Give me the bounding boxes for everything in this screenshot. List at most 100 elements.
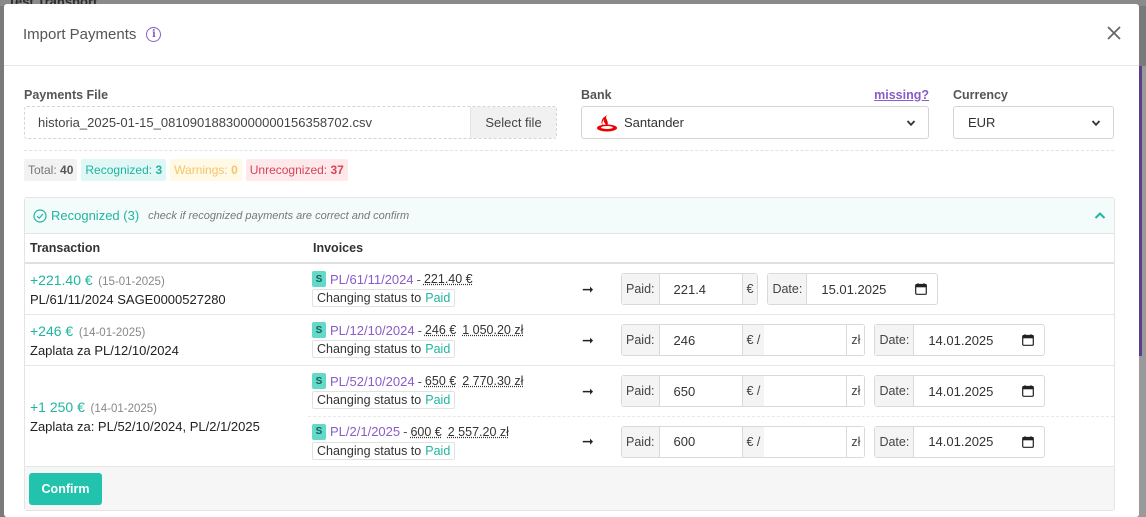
transaction-description: PL/61/11/2024 SAGE0000527280: [30, 291, 226, 307]
paid-input-group: Paid: 600 € / zł: [621, 425, 866, 458]
invoice-dash: -: [417, 322, 422, 338]
currency-select[interactable]: EUR: [953, 106, 1114, 139]
confirm-button[interactable]: Confirm: [29, 472, 102, 505]
invoice-info: S PL/52/10/2024-650 € 2 770.30 zł Changing …: [308, 373, 578, 409]
payment-fields: Paid: 650 € / zł Date: 14.01.2025: [621, 375, 1046, 407]
invoices-cell: S PL/61/11/2024-221.40 € Changing status t…: [308, 264, 1114, 314]
calendar-icon[interactable]: [915, 283, 928, 295]
payment-date-input[interactable]: 15.01.2025: [807, 274, 937, 304]
currency-addon: € /: [741, 376, 765, 406]
total-badge: Total: 40: [24, 159, 78, 181]
unrecognized-badge: Unrecognized: 37: [245, 159, 348, 181]
invoice-info: S PL/61/11/2024-221.40 € Changing status t…: [308, 271, 578, 307]
table-header: Transaction Invoices: [25, 234, 1114, 264]
status-change: Changing status to Paid: [312, 289, 456, 307]
arrow-right-icon: ➞: [582, 382, 594, 399]
pln-amount-input[interactable]: [764, 376, 847, 406]
check-circle-icon: [33, 208, 47, 223]
pln-addon: zł: [846, 426, 865, 457]
payment-date-input[interactable]: 14.01.2025: [914, 325, 1044, 355]
invoice-amount-pln: 2 770.30 zł: [462, 374, 524, 388]
file-picker[interactable]: historia_2025-01-15_08109018830000000156…: [24, 106, 557, 139]
invoice-number-link[interactable]: PL/2/1/2025: [330, 424, 400, 439]
calendar-icon[interactable]: [1022, 435, 1035, 448]
currency-group: Currency EUR: [953, 88, 1114, 139]
arrow-right-icon: ➞: [582, 280, 594, 297]
paid-amount-input[interactable]: 221.4: [659, 274, 742, 304]
paid-label: Paid:: [622, 376, 660, 406]
table-row: +221.40 € (15-01-2025) PL/61/11/2024 SAGE…: [25, 264, 1114, 315]
chevron-down-icon: [1091, 119, 1101, 126]
paid-input-group: Paid: 221.4 €: [621, 273, 759, 305]
recognized-panel-hint: check if recognized payments are correct…: [148, 209, 410, 222]
chevron-up-icon[interactable]: [1094, 210, 1106, 222]
currency-label: Currency: [953, 88, 1008, 102]
summary-badges: Total: 40 Recognized: 3 Warnings: 0 Unre…: [24, 159, 1119, 181]
arrow-right-icon: ➞: [582, 433, 594, 449]
status-prefix: Changing status to: [317, 291, 422, 305]
date-input-group: Date: 14.01.2025: [874, 324, 1046, 356]
status-change: Changing status to Paid: [312, 340, 456, 358]
currency-addon: € /: [741, 426, 765, 457]
calendar-icon[interactable]: [1022, 385, 1035, 397]
paid-label: Paid:: [622, 325, 660, 355]
pln-amount-input[interactable]: [764, 325, 847, 355]
calendar-icon[interactable]: [1022, 334, 1035, 346]
paid-amount-input[interactable]: 246: [659, 325, 742, 355]
recognized-panel: Recognized (3) check if recognized payme…: [24, 197, 1115, 511]
paid-amount-input[interactable]: 650: [659, 376, 742, 406]
transaction-cell: +246 € (14-01-2025) Zaplata za PL/12/10/2…: [25, 315, 308, 365]
invoice-line: S PL/2/1/2025-600 € 2 557.20 zł Changing st…: [308, 416, 1114, 466]
invoice-line: S PL/12/10/2024-246 € 1 050.20 zł Changing …: [308, 315, 1114, 365]
recognized-panel-header[interactable]: Recognized (3) check if recognized payme…: [25, 198, 1114, 234]
transaction-description: Zaplata za PL/12/10/2024: [30, 342, 179, 358]
invoices-cell: S PL/52/10/2024-650 €2 770.30 zł Changing …: [308, 366, 1114, 466]
invoice-number-link[interactable]: PL/52/10/2024: [330, 374, 415, 389]
invoice-info: S PL/12/10/2024-246 € 1 050.20 zł Changing …: [308, 322, 578, 358]
payment-date-input[interactable]: 14.01.2025: [914, 427, 1044, 457]
transaction-date: (15-01-2025): [98, 275, 165, 288]
pln-amount-input[interactable]: [764, 426, 847, 457]
table-row: +246 € (14-01-2025) Zaplata za PL/12/10/2…: [25, 315, 1114, 366]
invoice-amount: 650 €: [424, 374, 457, 388]
invoice-number-link[interactable]: PL/12/10/2024: [330, 323, 415, 338]
invoice-amount-pln: 1 050.20 zł: [462, 323, 524, 337]
select-file-button[interactable]: Select file: [470, 107, 556, 138]
transaction-cell: +221.40 € (15-01-2025) PL/61/11/2024 SAGE…: [25, 264, 308, 314]
date-label: Date:: [768, 274, 808, 304]
invoice-type-badge: S: [312, 373, 326, 389]
currency-addon: € /: [741, 325, 765, 355]
payment-date-input[interactable]: 14.01.2025: [914, 376, 1044, 406]
payment-fields: Paid: 221.4 € Date: 15.01.2025: [621, 273, 939, 305]
info-icon[interactable]: i: [146, 27, 162, 42]
invoice-info: S PL/2/1/2025-600 € 2 557.20 zł Changing st…: [308, 423, 578, 460]
payment-date-value: 14.01.2025: [928, 383, 994, 399]
payments-file-group: Payments File historia_2025-01-15_081090…: [24, 88, 557, 139]
transaction-cell: +1 250 € (14-01-2025) Zaplata za: PL/52/1…: [25, 366, 308, 466]
invoice-number-link[interactable]: PL/61/11/2024: [330, 272, 414, 287]
payments-file-label: Payments File: [24, 88, 109, 102]
import-payments-modal: Import Payments i Payments File historia…: [4, 4, 1139, 517]
modal-body: Payments File historia_2025-01-15_081090…: [4, 66, 1139, 511]
close-icon[interactable]: [1105, 24, 1123, 42]
invoice-amount: 600 €: [410, 424, 442, 439]
bank-select[interactable]: Santander: [581, 106, 929, 139]
col-invoices: Invoices: [313, 241, 364, 255]
currency-selected: EUR: [968, 115, 996, 130]
status-prefix: Changing status to: [317, 342, 422, 356]
paid-amount-input[interactable]: 600: [659, 426, 742, 457]
transaction-date: (14-01-2025): [78, 326, 146, 339]
modal-header: Import Payments i: [4, 4, 1139, 66]
transaction-amount: +1 250 €: [30, 398, 85, 415]
payment-date-value: 14.01.2025: [928, 332, 994, 348]
bank-group: Bank missing? Santander: [581, 88, 929, 139]
bank-label: Bank: [581, 88, 612, 102]
transaction-date: (14-01-2025): [90, 402, 157, 415]
status-change: Changing status to Paid: [312, 391, 456, 409]
status-value: Paid: [425, 393, 451, 407]
status-prefix: Changing status to: [317, 443, 422, 458]
missing-bank-link[interactable]: missing?: [874, 88, 929, 106]
invoice-type-badge: S: [312, 271, 326, 287]
status-value: Paid: [425, 342, 451, 356]
currency-addon: €: [741, 274, 758, 304]
